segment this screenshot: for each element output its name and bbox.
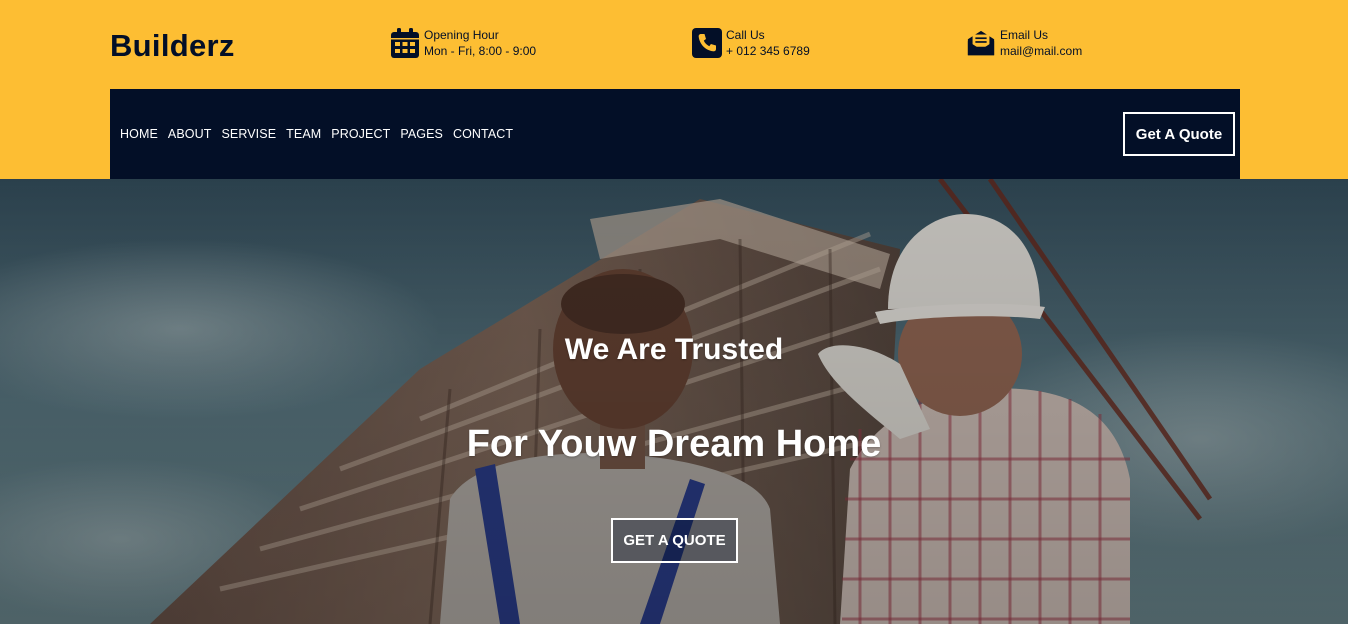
get-quote-button[interactable]: Get A Quote xyxy=(1123,112,1235,156)
hero-subtitle: We Are Trusted xyxy=(564,333,784,366)
main-navbar: HOME ABOUT SERVISE TEAM PROJECT PAGES CO… xyxy=(110,89,1240,179)
nav-item-about[interactable]: ABOUT xyxy=(168,127,212,141)
opening-hours-info: Opening Hour Mon - Fri, 8:00 - 9:00 xyxy=(390,27,536,59)
call-us-title: Call Us xyxy=(726,28,765,42)
call-us-value[interactable]: + 012 345 6789 xyxy=(726,43,810,59)
hero-title: For Youw Dream Home xyxy=(466,423,882,465)
phone-icon xyxy=(692,27,722,59)
calendar-icon xyxy=(390,27,420,59)
nav-item-pages[interactable]: PAGES xyxy=(400,127,443,141)
call-us-info: Call Us + 012 345 6789 xyxy=(692,27,810,59)
email-us-value[interactable]: mail@mail.com xyxy=(1000,43,1082,59)
nav-item-project[interactable]: PROJECT xyxy=(331,127,390,141)
email-us-info: Email Us mail@mail.com xyxy=(966,27,1082,59)
nav-item-home[interactable]: HOME xyxy=(120,127,158,141)
envelope-icon xyxy=(966,27,996,59)
nav-menu: HOME ABOUT SERVISE TEAM PROJECT PAGES CO… xyxy=(120,127,523,141)
hero-section: We Are Trusted For Youw Dream Home GET A… xyxy=(0,179,1348,624)
nav-item-contact[interactable]: CONTACT xyxy=(453,127,513,141)
opening-hours-value: Mon - Fri, 8:00 - 9:00 xyxy=(424,44,537,58)
nav-item-team[interactable]: TEAM xyxy=(286,127,321,141)
brand-logo[interactable]: Builderz xyxy=(110,28,235,64)
hero-get-quote-button[interactable]: GET A QUOTE xyxy=(611,518,738,563)
email-us-title: Email Us xyxy=(1000,28,1049,42)
nav-item-service[interactable]: SERVISE xyxy=(221,127,276,141)
opening-hours-title: Opening Hour xyxy=(424,28,499,42)
